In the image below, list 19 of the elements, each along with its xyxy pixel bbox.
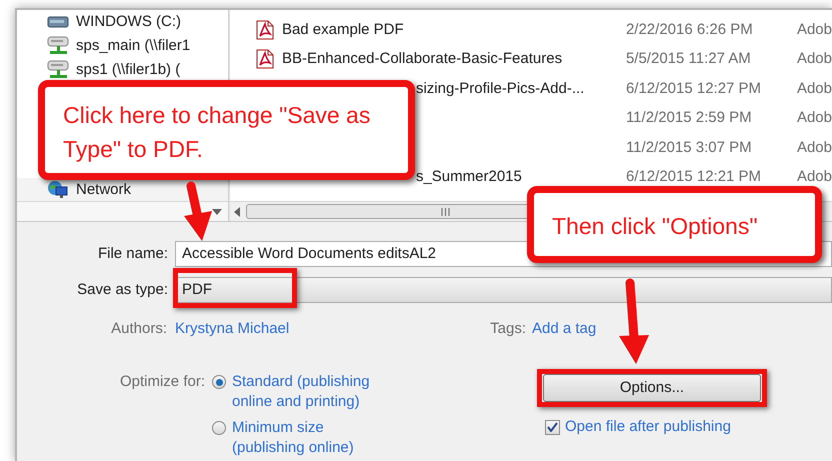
file-type: Adob <box>796 20 832 40</box>
file-type: Adob <box>796 138 832 158</box>
callout-tooltip: Click here to change "Save as Type" to PDF. <box>38 80 415 180</box>
file-date: 6/12/2015 12:27 PM <box>626 78 762 98</box>
file-type: Adob <box>796 49 832 69</box>
file-type: Adob <box>796 78 832 98</box>
file-date: 11/2/2015 2:59 PM <box>626 108 753 128</box>
file-date: 2/22/2016 6:26 PM <box>626 20 754 40</box>
file-date: 5/5/2015 11:27 AM <box>626 49 752 69</box>
field-label: Authors: <box>110 318 168 339</box>
file-date: 11/2/2015 3:07 PM <box>626 138 753 158</box>
file-type: Adob <box>796 108 832 128</box>
field-label: File name: <box>96 244 169 264</box>
field-label: Save as type: <box>76 280 169 300</box>
callout-tooltip: Then click "Options" <box>527 186 822 263</box>
file-type: Adob <box>796 167 832 187</box>
field-label: Tags: <box>489 318 527 339</box>
field-label: Optimize for: <box>118 372 206 392</box>
file-date: 6/12/2015 12:21 PM <box>626 167 762 187</box>
